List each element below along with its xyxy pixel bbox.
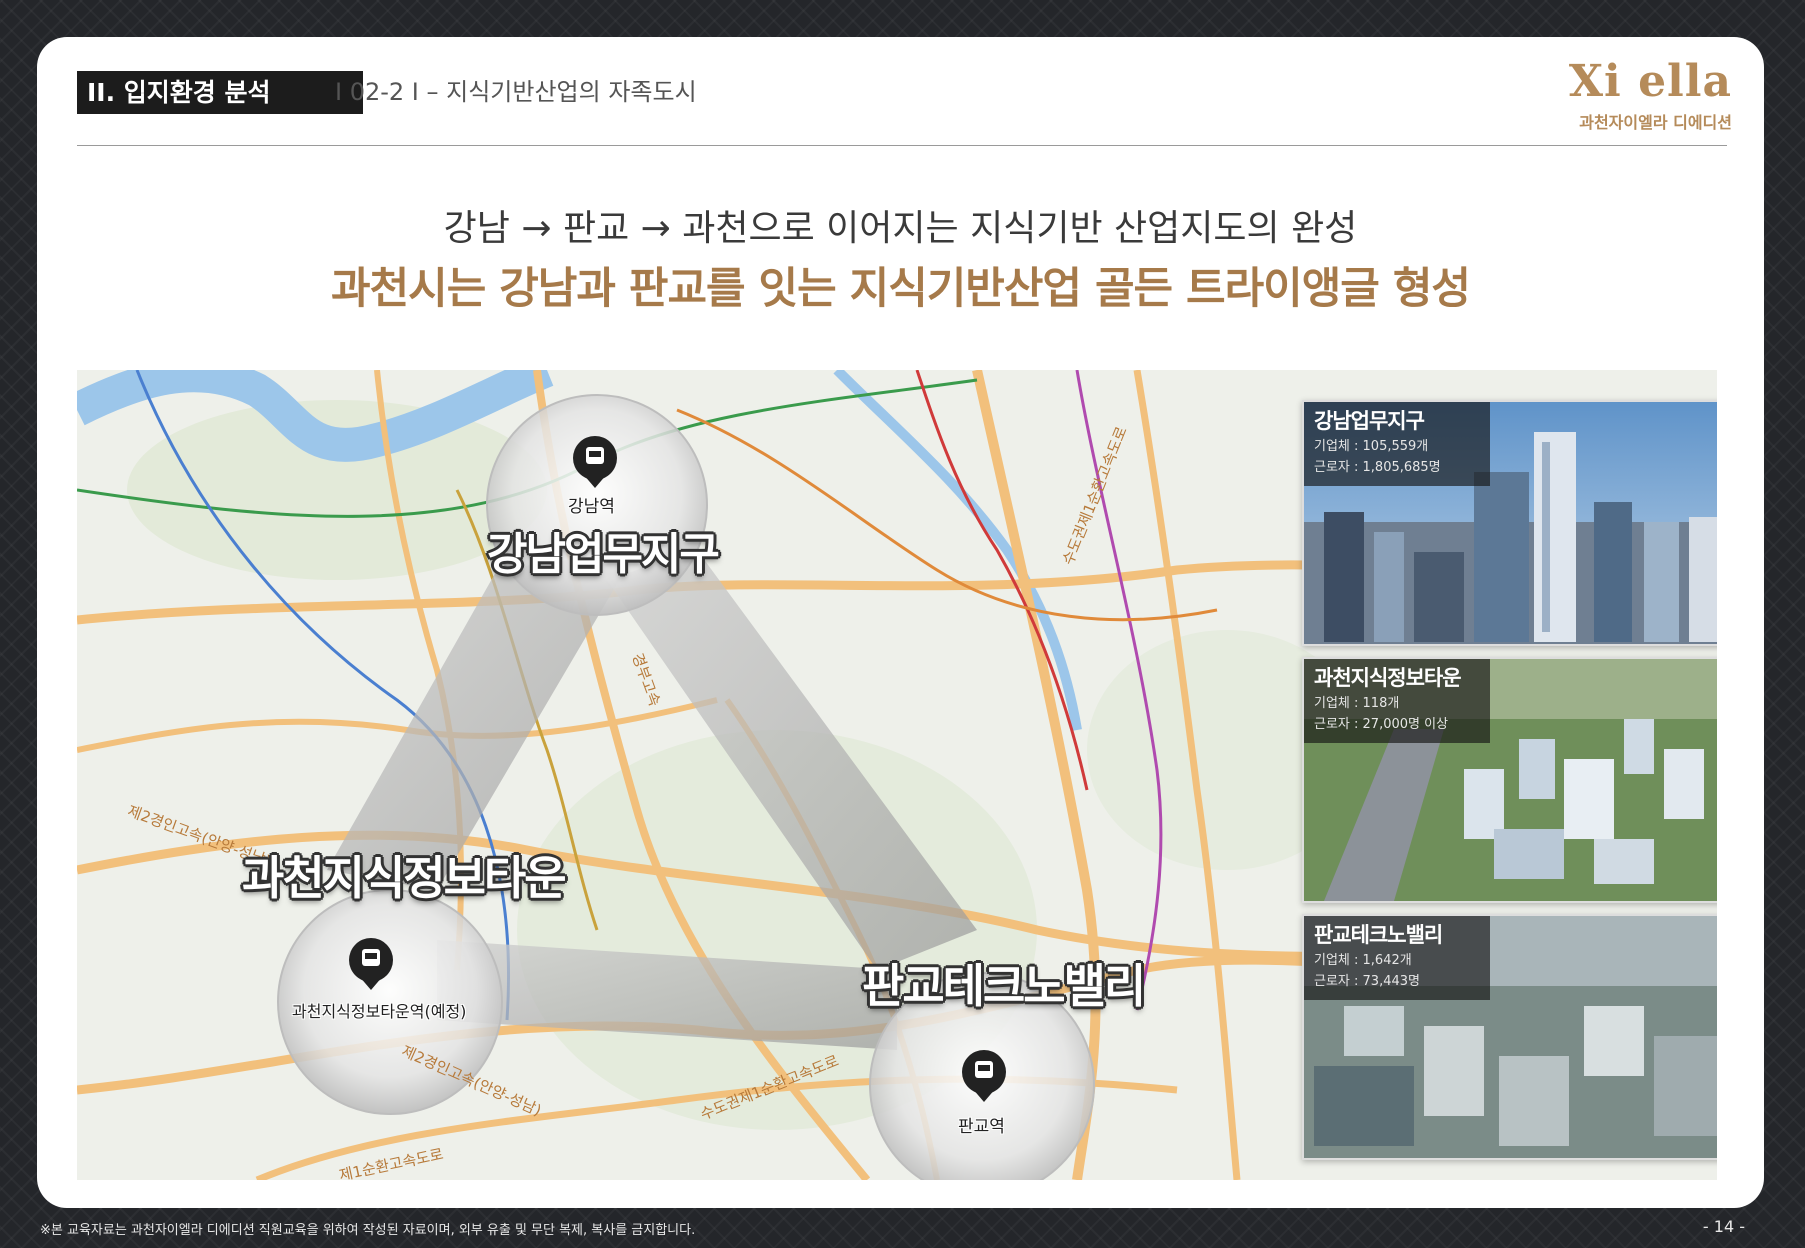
info-title: 과천지식정보타운: [1314, 666, 1462, 690]
info-workers: 근로자 : 27,000명 이상: [1314, 717, 1449, 732]
gwacheon-station-label: 과천지식정보타운역(예정): [292, 1002, 467, 1021]
info-workers: 근로자 : 1,805,685명: [1314, 460, 1441, 475]
info-title: 판교테크노밸리: [1314, 923, 1443, 947]
slide-card: II. 입지환경 분석 I 02-2 I – 지식기반산업의 자족도시 Xi e…: [37, 37, 1764, 1208]
info-companies: 기업체 : 118개: [1314, 696, 1400, 711]
section-subtitle: I 02-2 I – 지식기반산업의 자족도시: [335, 78, 697, 106]
info-companies: 기업체 : 1,642개: [1314, 953, 1412, 968]
regional-map: 수도권제1순환고속도로 제2경인고속(안양-성남) 제2경인고속(안양-성남) …: [77, 370, 1717, 1180]
logo-subtitle: 과천자이엘라 디에디션: [1579, 113, 1732, 132]
page-number: - 14 -: [1702, 1217, 1745, 1236]
headline-line1: 강남 → 판교 → 과천으로 이어지는 지식기반 산업지도의 완성: [443, 208, 1358, 249]
info-workers: 근로자 : 73,443명: [1314, 974, 1420, 989]
info-card-pangyo: 판교테크노밸리 기업체 : 1,642개 근로자 : 73,443명: [1302, 914, 1717, 1160]
pangyo-region-label: 판교테크노밸리: [862, 959, 1146, 1013]
info-card-gangnam: 강남업무지구 기업체 : 105,559개 근로자 : 1,805,685명: [1302, 400, 1717, 646]
info-companies: 기업체 : 105,559개: [1314, 439, 1429, 454]
info-text-gwacheon: 과천지식정보타운 기업체 : 118개 근로자 : 27,000명 이상: [1304, 659, 1490, 743]
logo-mark: Xi ella: [1568, 56, 1732, 107]
header-divider: [77, 145, 1727, 146]
footer-disclaimer: ※본 교육자료는 과천자이엘라 디에디션 직원교육을 위하여 작성된 자료이며,…: [40, 1223, 696, 1238]
info-title: 강남업무지구: [1314, 409, 1425, 433]
section-badge: II. 입지환경 분석: [77, 71, 363, 114]
gwacheon-region-label: 과천지식정보타운: [242, 851, 567, 905]
info-card-gwacheon: 과천지식정보타운 기업체 : 118개 근로자 : 27,000명 이상: [1302, 657, 1717, 903]
info-text-pangyo: 판교테크노밸리 기업체 : 1,642개 근로자 : 73,443명: [1304, 916, 1490, 1000]
gangnam-region-label: 강남업무지구: [487, 529, 720, 580]
brand-logo: Xi ella 과천자이엘라 디에디션: [1569, 57, 1732, 133]
headline-line2: 과천시는 강남과 판교를 잇는 지식기반산업 골든 트라이앵글 형성: [331, 264, 1471, 314]
info-text-gangnam: 강남업무지구 기업체 : 105,559개 근로자 : 1,805,685명: [1304, 402, 1490, 486]
gangnam-station-label: 강남역: [568, 497, 615, 517]
pangyo-station-label: 판교역: [958, 1117, 1005, 1137]
